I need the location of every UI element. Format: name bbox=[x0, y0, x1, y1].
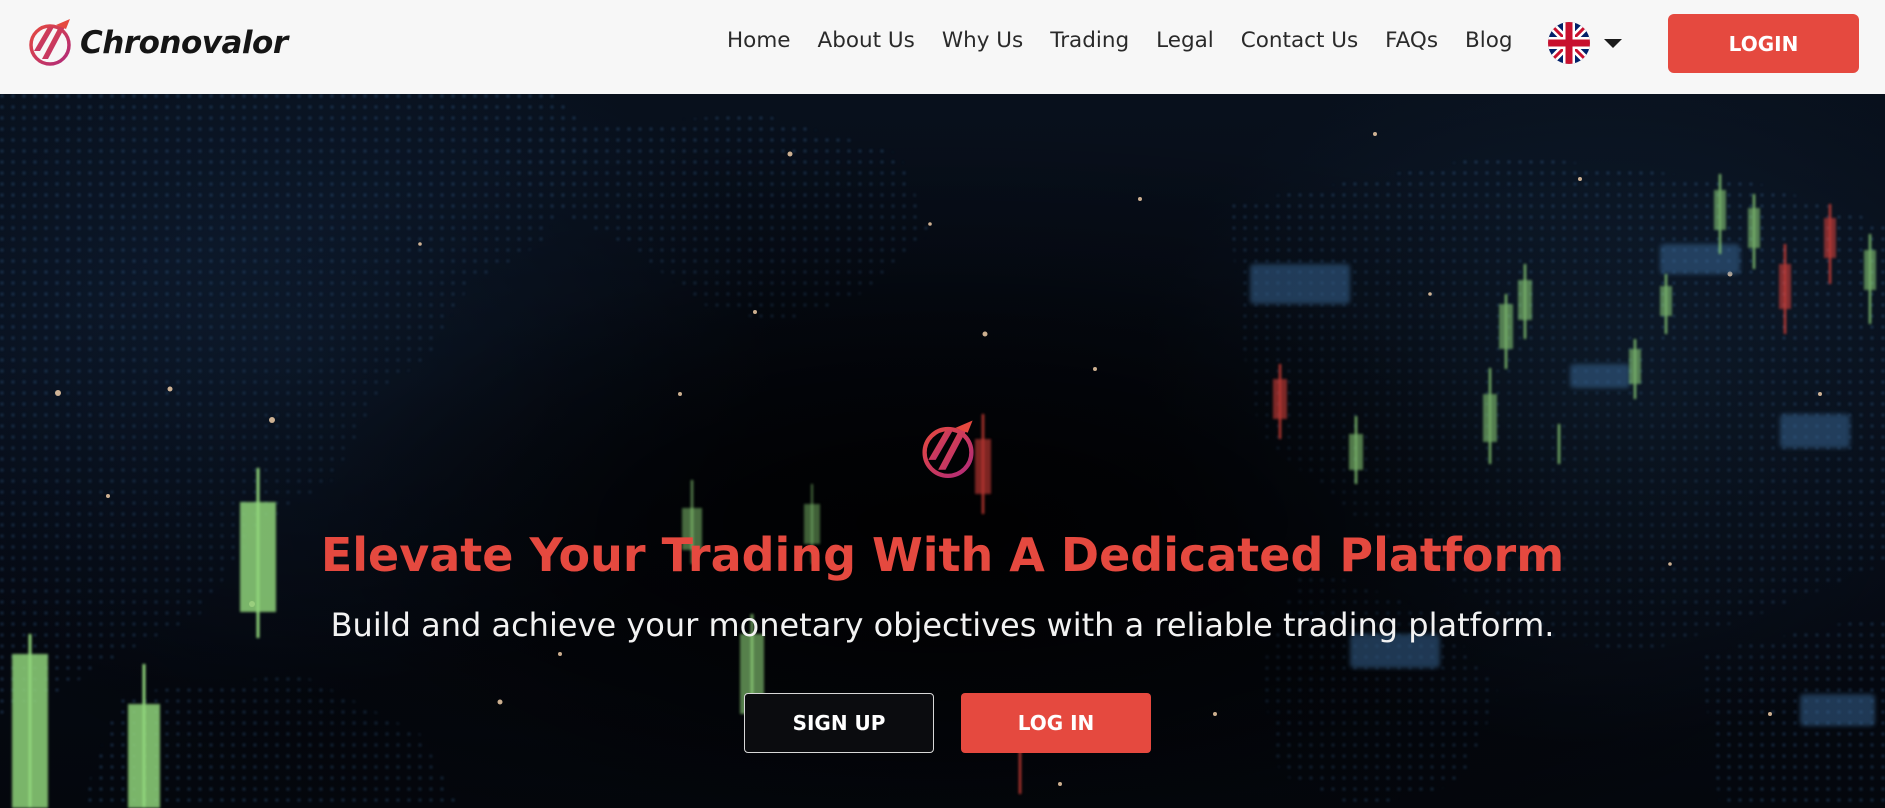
nav-trading[interactable]: Trading bbox=[1050, 28, 1129, 53]
main-nav: Home About Us Why Us Trading Legal Conta… bbox=[727, 28, 1540, 53]
header-login-button[interactable]: LOGIN bbox=[1668, 14, 1859, 73]
language-selector[interactable] bbox=[1548, 22, 1622, 64]
site-header: Chronovalor Home About Us Why Us Trading… bbox=[0, 0, 1885, 94]
caret-down-icon bbox=[1604, 38, 1622, 48]
chronovalor-logo-icon bbox=[29, 19, 71, 66]
hero-subheadline: Build and achieve your monetary objectiv… bbox=[330, 606, 1555, 644]
nav-contact-us[interactable]: Contact Us bbox=[1241, 28, 1358, 53]
hero-login-button[interactable]: LOG IN bbox=[961, 693, 1151, 753]
nav-faqs[interactable]: FAQs bbox=[1385, 28, 1438, 53]
nav-about-us[interactable]: About Us bbox=[818, 28, 915, 53]
nav-legal[interactable]: Legal bbox=[1156, 28, 1214, 53]
nav-why-us[interactable]: Why Us bbox=[942, 28, 1023, 53]
brand-logo[interactable]: Chronovalor bbox=[26, 17, 288, 69]
nav-blog[interactable]: Blog bbox=[1465, 28, 1513, 53]
nav-home[interactable]: Home bbox=[727, 28, 791, 53]
hero-section: Elevate Your Trading With A Dedicated Pl… bbox=[0, 94, 1885, 808]
hero-headline: Elevate Your Trading With A Dedicated Pl… bbox=[320, 528, 1565, 582]
hero-logo-icon bbox=[922, 420, 974, 478]
brand-name: Chronovalor bbox=[80, 25, 288, 61]
uk-flag-icon bbox=[1548, 22, 1590, 64]
signup-button[interactable]: SIGN UP bbox=[744, 693, 934, 753]
